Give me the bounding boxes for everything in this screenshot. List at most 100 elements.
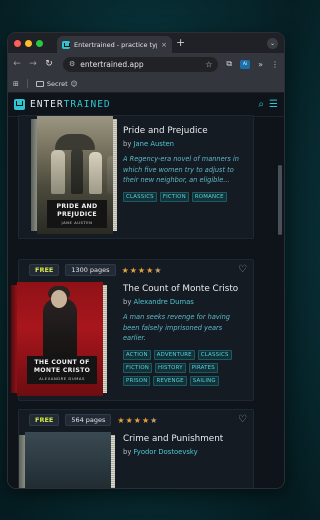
star-rating: ★ ★ ★ ★ ★: [117, 416, 157, 425]
wink-emoji-icon: 😉: [70, 79, 78, 88]
bookmark-folder-label: Secret: [46, 79, 68, 88]
window-controls: [8, 39, 43, 47]
folder-icon: [35, 80, 44, 87]
tab-entertrained[interactable]: Entertrained - practice typing ×: [57, 36, 172, 53]
tag-chip[interactable]: PRISON: [123, 375, 151, 386]
close-window-button[interactable]: [14, 39, 21, 47]
star-half-icon: ★: [150, 415, 158, 425]
browser-menu-kebab-icon[interactable]: ⋮: [271, 60, 279, 69]
tag-chip[interactable]: FICTION: [123, 362, 153, 373]
apps-grid-icon[interactable]: ⊞: [13, 80, 19, 88]
tag-chip[interactable]: CLASSICS: [197, 349, 232, 360]
tab-search-button[interactable]: ⌄: [267, 38, 278, 49]
star-full-icon: ★: [121, 265, 129, 275]
book-author[interactable]: Jane Austen: [134, 140, 174, 148]
tag-chip[interactable]: FICTION: [159, 191, 189, 202]
cover-title: THE COUNT OF MONTE CRISTO: [33, 359, 91, 374]
search-icon[interactable]: ⌕: [258, 99, 264, 110]
book-title[interactable]: Pride and Prejudice: [123, 126, 245, 136]
tag-list: CLASSICS FICTION ROMANCE: [123, 191, 245, 202]
tab-strip: Entertrained - practice typing × + ⌄: [8, 33, 284, 53]
site-header: ENTERTRAINED ⌕ ☰: [8, 93, 284, 117]
book-card[interactable]: PRIDE AND PREJUDICE JANE AUSTEN Pride an…: [18, 115, 254, 239]
star-half-icon: ★: [154, 265, 162, 275]
bookmarks-divider: [26, 79, 28, 88]
site-page: ENTERTRAINED ⌕ ☰ PRIDE AND PREJUDICE JAN…: [8, 93, 284, 488]
site-favicon-icon: [62, 40, 70, 49]
cover-title-box: PRIDE AND PREJUDICE JANE AUSTEN: [47, 200, 107, 228]
by-label: by: [123, 298, 132, 306]
star-full-icon: ★: [133, 415, 141, 425]
tag-chip[interactable]: REVENGE: [153, 375, 187, 386]
star-full-icon: ★: [125, 415, 133, 425]
favorite-heart-icon[interactable]: ♡: [238, 414, 247, 425]
book-cover-slot: PRIDE AND PREJUDICE JANE AUSTEN: [19, 116, 123, 234]
site-logo[interactable]: ENTERTRAINED: [30, 99, 253, 110]
book-cover-slot: THE COUNT OF MONTE CRISTO ALEXANDRE DUMA…: [11, 280, 123, 396]
book-card[interactable]: FREE 1300 pages ★ ★ ★ ★ ★ ♡ THE COUNT OF…: [11, 259, 254, 401]
tag-chip[interactable]: SAILING: [189, 375, 219, 386]
star-full-icon: ★: [129, 265, 137, 275]
book-title[interactable]: The Count of Monte Cristo: [123, 284, 245, 294]
book-info: The Count of Monte Cristo by Alexandre D…: [123, 280, 245, 392]
book-description: A man seeks revenge for having been fals…: [123, 313, 230, 342]
book-cover[interactable]: THE COUNT OF MONTE CRISTO ALEXANDRE DUMA…: [11, 282, 107, 396]
book-title[interactable]: Crime and Punishment: [123, 434, 245, 444]
logo-suffix: TRAINED: [63, 99, 111, 110]
bookmark-folder-secret[interactable]: Secret 😉: [35, 79, 78, 88]
tag-chip[interactable]: ROMANCE: [191, 191, 227, 202]
book-author-line: by Fyodor Dostoevsky: [123, 448, 245, 456]
book-cover[interactable]: PRIDE AND PREJUDICE JANE AUSTEN: [31, 116, 117, 234]
scrollbar-thumb[interactable]: [278, 165, 282, 235]
book-author-line: by Jane Austen: [123, 140, 245, 148]
book-meta-row: FREE 1300 pages ★ ★ ★ ★ ★: [19, 260, 253, 280]
book-author[interactable]: Alexandre Dumas: [134, 298, 194, 306]
bookmark-star-icon[interactable]: ☆: [205, 60, 212, 69]
hamburger-menu-icon[interactable]: ☰: [269, 99, 278, 110]
book-cover[interactable]: [19, 432, 115, 488]
by-label: by: [123, 448, 132, 456]
browser-toolbar: ← → ↻ ⚙ entertrained.app ☆ ⧉ Ai » ⋮: [8, 53, 284, 75]
back-arrow-icon[interactable]: ←: [13, 59, 21, 69]
entertrained-logo-icon[interactable]: [14, 99, 25, 110]
book-feed: PRIDE AND PREJUDICE JANE AUSTEN Pride an…: [11, 115, 254, 488]
tag-chip[interactable]: ACTION: [123, 349, 151, 360]
book-author[interactable]: Fyodor Dostoevsky: [134, 448, 198, 456]
reload-icon[interactable]: ↻: [45, 59, 53, 69]
star-full-icon: ★: [117, 415, 125, 425]
site-settings-icon[interactable]: ⚙: [69, 60, 75, 68]
extensions-puzzle-icon[interactable]: ⧉: [226, 59, 232, 69]
tag-chip[interactable]: PIRATES: [188, 362, 218, 373]
cover-title: PRIDE AND PREJUDICE: [56, 203, 98, 218]
forward-arrow-icon[interactable]: →: [29, 59, 37, 69]
tag-chip[interactable]: HISTORY: [155, 362, 186, 373]
tag-chip[interactable]: ADVENTURE: [153, 349, 195, 360]
new-tab-button[interactable]: +: [176, 36, 185, 50]
book-card[interactable]: FREE 564 pages ★ ★ ★ ★ ★ ♡ Crime and Pun…: [18, 409, 254, 488]
star-full-icon: ★: [137, 265, 146, 275]
address-bar[interactable]: ⚙ entertrained.app ☆: [63, 56, 219, 72]
book-info: Crime and Punishment by Fyodor Dostoevsk…: [123, 430, 245, 482]
book-description: A Regency-era novel of manners in which …: [123, 155, 239, 184]
page-scrollbar[interactable]: [277, 118, 282, 488]
free-badge: FREE: [29, 264, 60, 276]
book-meta-row: FREE 564 pages ★ ★ ★ ★ ★: [19, 410, 253, 430]
more-extensions-chevron-icon[interactable]: »: [258, 60, 263, 69]
by-label: by: [123, 140, 132, 148]
star-full-icon: ★: [146, 265, 154, 275]
page-count: 564 pages: [65, 414, 112, 426]
tag-list: ACTION ADVENTURE CLASSICS FICTION HISTOR…: [123, 349, 245, 386]
page-count: 1300 pages: [65, 264, 116, 276]
tab-title: Entertrained - practice typing: [74, 40, 157, 49]
favorite-heart-icon[interactable]: ♡: [238, 264, 247, 275]
book-author-line: by Alexandre Dumas: [123, 298, 245, 306]
tag-chip[interactable]: CLASSICS: [123, 191, 157, 202]
cover-author: JANE AUSTEN: [61, 220, 93, 225]
bookmarks-bar: ⊞ Secret 😉: [8, 75, 284, 93]
minimize-window-button[interactable]: [25, 39, 32, 47]
cover-author: ALEXANDRE DUMAS: [39, 376, 85, 381]
tab-close-icon[interactable]: ×: [161, 41, 167, 49]
maximize-window-button[interactable]: [36, 39, 43, 47]
logo-prefix: ENTER: [30, 99, 64, 110]
extension-badge-icon[interactable]: Ai: [240, 59, 251, 69]
